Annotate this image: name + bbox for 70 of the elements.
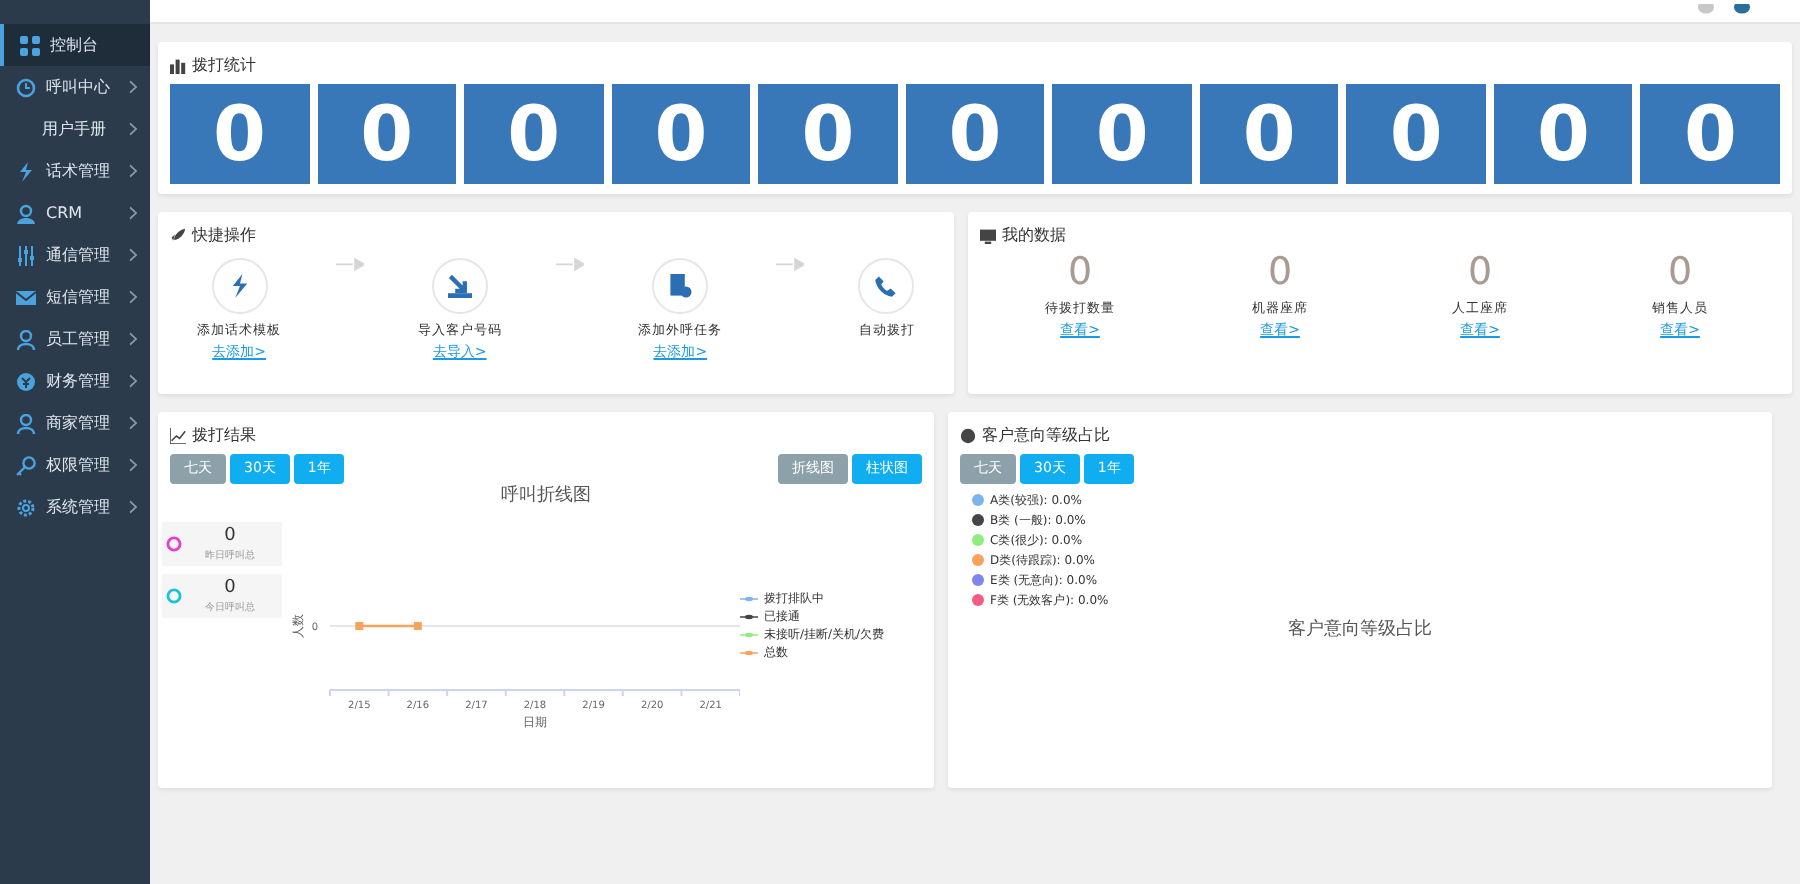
counter-tile: 0	[1346, 84, 1486, 184]
chevron-icon	[128, 206, 138, 220]
counter-tile: 0	[905, 84, 1045, 184]
chevron-icon	[128, 332, 138, 346]
sidebar-item[interactable]: 呼叫中心	[0, 66, 150, 108]
person-icon	[16, 329, 36, 349]
stat-value: 0	[1267, 254, 1293, 292]
bar-chart-icon	[170, 58, 186, 74]
chevron-icon	[128, 248, 138, 262]
sidebar-item[interactable]: 用户手册	[0, 108, 150, 150]
counter-tile: 0	[1640, 84, 1781, 184]
arrow-icon	[555, 258, 584, 274]
counter-tile: 0	[1052, 84, 1192, 184]
sidebar-item[interactable]: CRM	[0, 192, 150, 234]
line-series	[355, 622, 422, 630]
panel-title: 拨打结果	[192, 424, 256, 448]
counter-tile: 0	[1199, 84, 1339, 184]
chevron-icon	[128, 374, 138, 388]
gear-icon	[16, 497, 36, 517]
sidebar-item[interactable]: 权限管理	[0, 444, 150, 486]
stat-value: 0	[1467, 254, 1493, 292]
panel-title: 客户意向等级占比	[982, 424, 1110, 448]
sidebar-item[interactable]: 系统管理	[0, 486, 150, 528]
lightning-icon	[227, 274, 252, 298]
chevron-icon	[128, 416, 138, 430]
chevron-icon	[128, 164, 138, 178]
arrow-icon	[776, 258, 805, 274]
counter-tile: 0	[611, 84, 751, 184]
phone-icon	[874, 274, 899, 298]
sidebar-item[interactable]: 控制台	[0, 24, 150, 66]
sidebar-item[interactable]: 通信管理	[0, 234, 150, 276]
person-icon	[16, 413, 36, 433]
chevron-icon	[128, 290, 138, 304]
arrow-tray-icon	[447, 274, 472, 298]
lightning-icon	[16, 161, 36, 181]
summary-value: 0	[224, 575, 236, 601]
panel-title: 拨打统计	[192, 54, 256, 78]
monitor-icon	[980, 228, 996, 244]
line-chart-icon	[170, 428, 186, 444]
chevron-icon	[128, 500, 138, 514]
avatar-icon	[1732, 3, 1752, 19]
counter-tile: 0	[170, 84, 310, 184]
people-icon	[16, 203, 36, 223]
clock-icon	[16, 77, 36, 97]
counter-tile: 0	[317, 84, 457, 184]
chart-title: 呼叫折线图	[499, 483, 593, 509]
envelope-icon	[16, 287, 36, 307]
summary-value: 0	[224, 523, 236, 549]
chevron-icon	[128, 80, 138, 94]
sliders-icon	[16, 245, 36, 265]
sidebar-item[interactable]: 话术管理	[0, 150, 150, 192]
stat-value: 0	[1067, 254, 1093, 292]
key-icon	[16, 455, 36, 475]
document-gear-icon	[668, 274, 693, 298]
counter-tile: 0	[1493, 84, 1633, 184]
counter-tile: 0	[758, 84, 898, 184]
chevron-icon	[128, 122, 138, 136]
chart-title: 客户意向等级占比	[1286, 617, 1434, 643]
chevron-icon	[128, 458, 138, 472]
sidebar-item[interactable]: 财务管理	[0, 360, 150, 402]
sidebar-item[interactable]: 商家管理	[0, 402, 150, 444]
counter-tile: 0	[464, 84, 604, 184]
grid-icon	[20, 35, 40, 55]
stat-value: 0	[1667, 254, 1693, 292]
sidebar-item[interactable]: 短信管理	[0, 276, 150, 318]
coin-icon	[16, 371, 36, 391]
panel-title: 我的数据	[1002, 224, 1066, 248]
panel-title: 快捷操作	[192, 224, 256, 248]
arrow-icon	[335, 258, 364, 274]
sidebar-item[interactable]: 员工管理	[0, 318, 150, 360]
